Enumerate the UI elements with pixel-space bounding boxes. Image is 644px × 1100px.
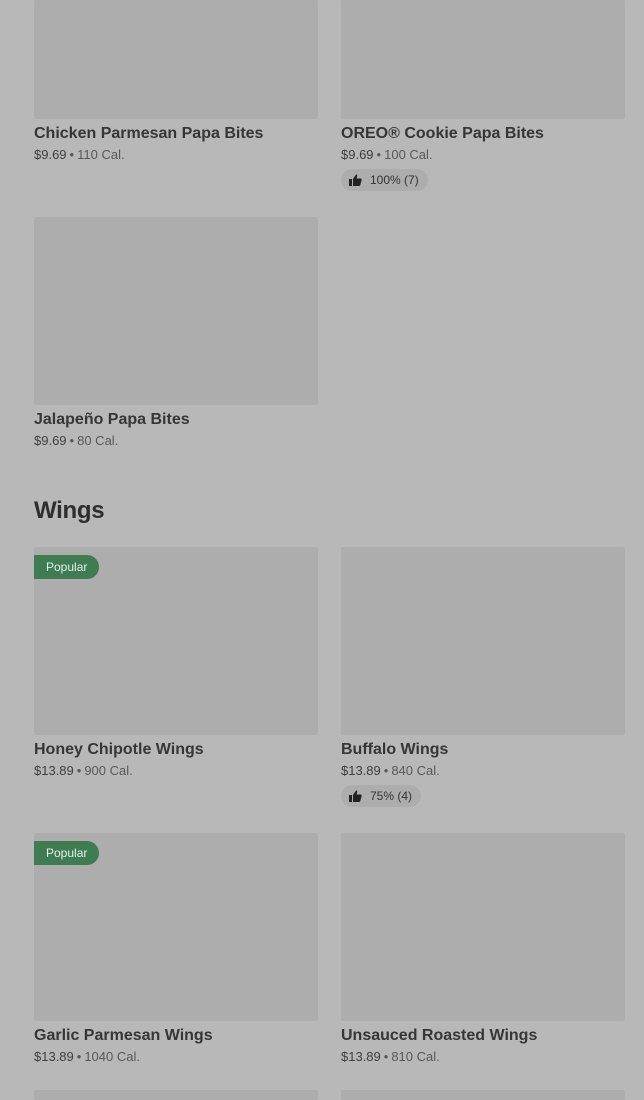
item-image[interactable] — [34, 217, 318, 405]
item-price: $13.89 — [341, 763, 381, 778]
item-calories: 100 Cal. — [384, 147, 433, 162]
item-meta: $9.69 • 100 Cal. — [341, 146, 625, 164]
thumbs-up-icon — [349, 790, 362, 802]
section-title-wings: Wings — [34, 497, 105, 524]
item-calories: 900 Cal. — [84, 763, 133, 778]
menu-item-card[interactable]: Popular Honey Chipotle Wings $13.89 • 900 … — [34, 547, 318, 780]
item-image[interactable] — [341, 0, 625, 119]
item-image[interactable] — [341, 547, 625, 735]
separator: • — [383, 763, 389, 778]
item-calories: 1040 Cal. — [84, 1049, 140, 1064]
item-price: $13.89 — [341, 1049, 381, 1064]
item-meta: $13.89 • 810 Cal. — [341, 1048, 625, 1066]
item-image[interactable] — [34, 0, 318, 119]
item-calories: 810 Cal. — [391, 1049, 440, 1064]
item-calories: 840 Cal. — [391, 763, 440, 778]
item-price: $13.89 — [34, 763, 74, 778]
item-meta: $13.89 • 1040 Cal. — [34, 1048, 318, 1066]
rating-text: 75% (4) — [370, 789, 413, 803]
menu-item-card[interactable] — [34, 1090, 318, 1100]
item-price: $13.89 — [34, 1049, 74, 1064]
item-calories: 80 Cal. — [77, 433, 119, 448]
menu-item-card[interactable]: OREO® Cookie Papa Bites $9.69 • 100 Cal. 1… — [341, 0, 625, 191]
item-price: $9.69 — [341, 147, 374, 162]
item-name: Garlic Parmesan Wings — [34, 1027, 213, 1044]
separator: • — [76, 1049, 82, 1064]
separator: • — [376, 147, 382, 162]
menu-item-card[interactable] — [341, 1090, 625, 1100]
popular-badge: Popular — [34, 841, 100, 865]
menu-item-card[interactable]: Chicken Parmesan Papa Bites $9.69 • 110 Ca… — [34, 0, 318, 164]
item-name: OREO® Cookie Papa Bites — [341, 125, 544, 142]
item-meta: $9.69 • 110 Cal. — [34, 146, 318, 164]
item-name: Unsauced Roasted Wings — [341, 1027, 538, 1044]
item-name: Chicken Parmesan Papa Bites — [34, 125, 264, 142]
rating-pill: 100% (7) — [341, 169, 428, 191]
item-image[interactable] — [341, 1090, 625, 1100]
item-price: $9.69 — [34, 147, 67, 162]
item-meta: $9.69 • 80 Cal. — [34, 432, 318, 450]
popular-badge: Popular — [34, 555, 100, 579]
menu-item-card[interactable]: Buffalo Wings $13.89 • 840 Cal. 75% (4) — [341, 547, 625, 807]
item-name: Honey Chipotle Wings — [34, 741, 204, 758]
item-meta: $13.89 • 840 Cal. — [341, 762, 625, 780]
menu-page: Chicken Parmesan Papa Bites $9.69 • 110 Ca… — [0, 0, 644, 1100]
separator: • — [69, 433, 75, 448]
thumbs-up-icon — [349, 174, 362, 186]
item-image[interactable]: Popular — [34, 547, 318, 735]
item-name: Jalapeño Papa Bites — [34, 411, 190, 428]
separator: • — [383, 1049, 389, 1064]
item-image[interactable] — [34, 1090, 318, 1100]
item-image[interactable]: Popular — [34, 833, 318, 1021]
menu-item-card[interactable]: Unsauced Roasted Wings $13.89 • 810 Cal. — [341, 833, 625, 1066]
menu-item-card[interactable]: Popular Garlic Parmesan Wings $13.89 • 104… — [34, 833, 318, 1066]
item-calories: 110 Cal. — [77, 147, 125, 162]
item-image[interactable] — [341, 833, 625, 1021]
rating-pill: 75% (4) — [341, 785, 422, 807]
separator: • — [76, 763, 82, 778]
menu-item-card[interactable]: Jalapeño Papa Bites $9.69 • 80 Cal. — [34, 217, 318, 450]
separator: • — [69, 147, 75, 162]
item-name: Buffalo Wings — [341, 741, 449, 758]
item-meta: $13.89 • 900 Cal. — [34, 762, 318, 780]
rating-text: 100% (7) — [370, 173, 419, 187]
item-price: $9.69 — [34, 433, 67, 448]
